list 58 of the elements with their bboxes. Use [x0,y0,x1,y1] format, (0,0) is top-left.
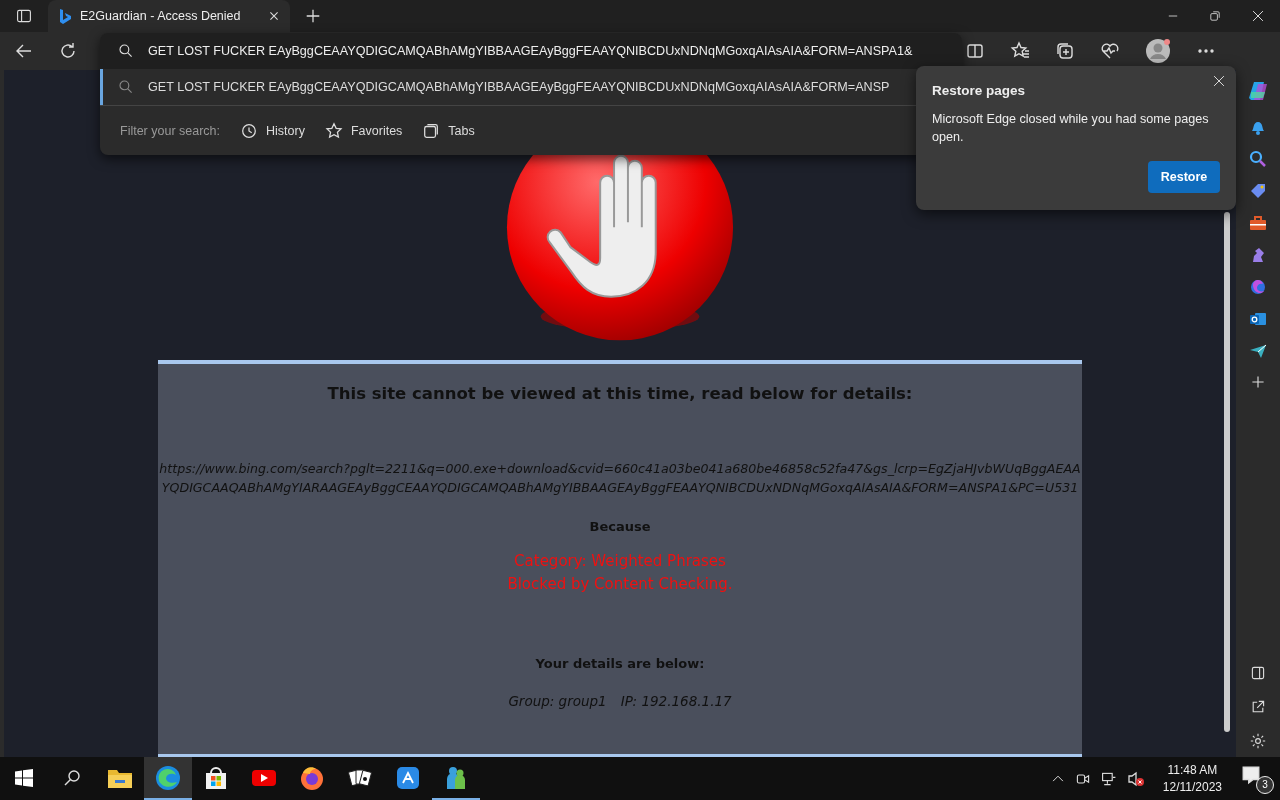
bing-logo-icon [58,8,72,24]
filter-option[interactable]: History [240,121,305,140]
browser-tab[interactable]: E2Guardian - Access Denied [48,0,290,32]
history-icon [240,121,259,140]
address-field[interactable]: GET LOST FUCKER EAyBggCEAAYQDIGCAMQABhAMgYIBBAAGEAyBggFEAAYQNIBCDUxNDNqMGoxqAIAsAIA&FORM=ANSPA1& [100,33,962,69]
add-icon[interactable] [1250,374,1266,390]
settings-icon[interactable] [1250,733,1266,749]
toolbox-icon[interactable] [1249,214,1267,232]
because-label: Because [589,519,651,535]
popup-title: Restore pages [932,83,1027,98]
muted-speaker-icon[interactable] [1126,770,1145,787]
blocked-url: https://www.bing.com/search?pglt=2211&q=000.exe+download&cvid=660c41a03be041a680be46858c52fa47&gs_lcrp=EgZjaHJvbWUqBggAEAAYQDIGCAAQABhAMgYIARAAGEAyBggCEAAYQDIGCAMQABhAMgYIBBAAGEAyBggFEAAYQNIBCDUxNDNqMGoxqAIAsAIA&FORM=ANSPA1&PC=U531 [159,460,1081,498]
tag-icon[interactable] [1249,182,1267,200]
profile-avatar-icon[interactable] [1145,38,1171,64]
play-icon[interactable] [251,767,277,788]
filter-label: Filter your search: [120,123,221,138]
restore-icon[interactable] [1209,10,1221,22]
filter-option[interactable]: Favorites [324,121,403,140]
favorites-icon[interactable] [1010,41,1030,61]
heart-pulse-icon[interactable] [1100,41,1120,61]
fox-globe-icon[interactable] [299,764,325,791]
send-icon[interactable] [1249,342,1267,360]
close-icon[interactable] [1251,9,1265,23]
block-reason: Category: Weighted Phrases [514,551,726,573]
tabs-icon [422,121,441,140]
popup-message: Microsoft Edge closed while you had some pages open. [932,111,1210,146]
clock[interactable]: 11:48 AM 12/11/2023 [1162,761,1222,796]
external-link-icon[interactable] [1250,699,1266,715]
swirl-logo-icon[interactable] [1249,278,1267,296]
refresh-icon[interactable] [58,41,78,61]
browser-icon[interactable] [155,764,181,791]
restore-button[interactable]: Restore [1148,161,1220,193]
search-icon [118,43,134,59]
split-screen-icon[interactable] [965,41,985,61]
close-icon[interactable] [268,10,280,22]
people-icon[interactable] [444,764,468,791]
windows-start-icon[interactable] [15,768,33,787]
new-tab-icon[interactable] [304,7,322,25]
mail-icon[interactable] [1249,310,1267,328]
sidebar-panel-icon[interactable] [1250,665,1266,681]
notice-heading: This site cannot be viewed at this time, read below for details: [327,384,913,404]
ip-text: IP: 192.168.1.17 [620,693,732,710]
details-heading: Your details are below: [535,656,705,672]
group-text: Group: group1 [508,693,607,710]
notification-count: 3 [1256,775,1274,794]
search-icon[interactable] [62,767,82,788]
block-reason: Blocked by Content Checking. [507,574,733,596]
star-icon [324,121,343,140]
close-icon[interactable] [1212,74,1226,88]
collections-icon[interactable] [1055,41,1075,61]
search-icon [118,79,134,95]
network-icon[interactable] [1100,770,1117,787]
search-icon[interactable] [1249,150,1267,168]
app-store-icon[interactable] [396,765,420,790]
scrollbar[interactable] [1224,212,1230,732]
shopping-bag-icon[interactable] [203,764,229,791]
tab-actions-icon[interactable] [16,8,32,24]
filter-option[interactable]: Tabs [422,121,475,140]
